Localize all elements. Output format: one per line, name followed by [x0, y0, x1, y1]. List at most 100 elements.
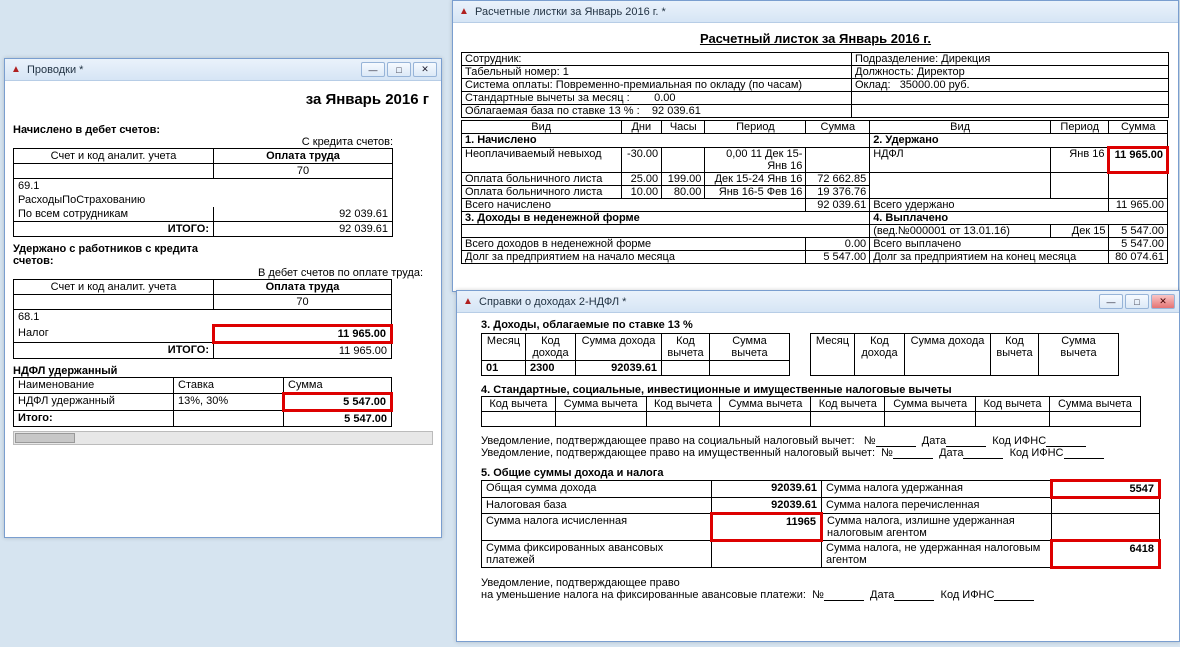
- scrollbar-thumb[interactable]: [15, 433, 75, 443]
- r-tot-vy: Всего выплачено: [870, 238, 1109, 251]
- window-payslip: ▲ Расчетные листки за Январь 2016 г. * Р…: [452, 0, 1179, 292]
- h-dedsum2: Сумма вычета: [1039, 334, 1119, 376]
- base13-val: 92 039.61: [652, 105, 701, 117]
- h-mon: Месяц: [482, 334, 526, 361]
- emp-label: Сотрудник:: [465, 53, 522, 65]
- col-pay-code: 70: [214, 164, 393, 179]
- col-pay2-code: 70: [214, 295, 392, 310]
- section3: 3. Доходы, облагаемые по ставке 13 %: [481, 319, 1171, 331]
- ndfl-total-label: Итого:: [14, 411, 174, 427]
- h-dedcode2: Код вычета: [991, 334, 1039, 376]
- salary-label: Оклад:: [855, 79, 891, 91]
- r-taxover: Сумма налога, излишне удержанная налогов…: [822, 514, 1052, 541]
- r-dolg-end: Долг за предприятием на конец месяца: [870, 251, 1109, 264]
- itogo-label: ИТОГО:: [14, 222, 214, 237]
- content: за Январь 2016 г Начислено в дебет счето…: [5, 81, 441, 537]
- r-taxnot-v: 6418: [1052, 541, 1160, 568]
- sub-credit: С кредита счетов:: [13, 136, 433, 148]
- section4: 4. Стандартные, социальные, инвестиционн…: [481, 384, 1171, 396]
- r-taxcalc: Сумма налога исчисленная: [482, 514, 712, 541]
- h-name: Наименование: [14, 378, 174, 394]
- titlebar[interactable]: ▲ Проводки * — □ ✕: [5, 59, 441, 81]
- r-ved-sum: 5 547.00: [1109, 225, 1168, 238]
- dept-val: Дирекция: [941, 53, 990, 65]
- paysys-label: Система оплаты:: [465, 79, 553, 91]
- h-dedsum: Сумма вычета: [710, 334, 790, 361]
- r-dolg-start-sum: 5 547.00: [806, 251, 870, 264]
- base13-label: Облагаемая база по ставке 13 % :: [465, 105, 640, 117]
- titlebar[interactable]: ▲ Расчетные листки за Январь 2016 г. *: [453, 1, 1178, 23]
- l-ifns: Код ИФНС: [992, 435, 1046, 447]
- ndfl-name: НДФЛ удержанный: [14, 394, 174, 411]
- l-date2: Дата: [939, 447, 963, 459]
- content: 3. Доходы, облагаемые по ставке 13 % Мес…: [457, 313, 1179, 641]
- h-incsum2: Сумма дохода: [905, 334, 991, 376]
- r-taxhold-v: 5547: [1052, 481, 1160, 498]
- r-incsum: 92039.61: [576, 361, 662, 376]
- r-nev-hours: [662, 148, 705, 173]
- window-2ndfl: ▲ Справки о доходах 2-НДФЛ * — □ ✕ 3. До…: [456, 290, 1180, 642]
- r-totinc-v: 92039.61: [712, 481, 822, 498]
- r-inccode: 2300: [526, 361, 576, 376]
- close-button[interactable]: ✕: [1151, 294, 1175, 309]
- r-b1-sum: 72 662.85: [806, 173, 870, 186]
- r-b1-period: Дек 15-24 Янв 16: [705, 173, 806, 186]
- field-date3: [894, 589, 934, 601]
- debit-table: Счет и код аналит. учета Оплата труда 70…: [13, 148, 393, 237]
- col-pay2: Оплата труда: [214, 280, 392, 295]
- field-no1: [876, 435, 916, 447]
- h-period-l: Период: [705, 121, 806, 134]
- maximize-button[interactable]: □: [387, 62, 411, 77]
- r-ndfl: НДФЛ: [870, 148, 1051, 173]
- h-dc1: Код вычета: [482, 397, 556, 412]
- r-totinc: Общая сумма дохода: [482, 481, 712, 498]
- field-ifns3: [994, 589, 1034, 601]
- r-taxhold: Сумма налога удержанная: [822, 481, 1052, 498]
- minimize-button[interactable]: —: [361, 62, 385, 77]
- app-icon: ▲: [9, 63, 23, 77]
- r-taxnot: Сумма налога, не удержанная налоговым аг…: [822, 541, 1052, 568]
- r-taxcalc-v: 11965: [712, 514, 822, 541]
- s2: 2. Удержано: [870, 134, 1168, 148]
- content: Расчетный листок за Январь 2016 г. Сотру…: [453, 23, 1178, 291]
- maximize-button[interactable]: □: [1125, 294, 1149, 309]
- l-date: Дата: [922, 435, 946, 447]
- r-ndfl-sum: 11 965.00: [1109, 148, 1168, 173]
- window-controls: — □ ✕: [361, 62, 437, 77]
- r-tot-dn: Всего доходов в неденежной форме: [462, 238, 806, 251]
- window-title: Справки о доходах 2-НДФЛ *: [479, 296, 1095, 308]
- sub-debit: В дебет счетов по оплате труда:: [13, 267, 433, 279]
- totals-table: Общая сумма дохода 92039.61 Сумма налога…: [481, 479, 1161, 569]
- horizontal-scrollbar[interactable]: [13, 431, 433, 445]
- h-period-r: Период: [1050, 121, 1108, 134]
- notice3b: на уменьшение налога на фиксированные ав…: [481, 589, 806, 601]
- r-b2-period: Янв 16-5 Фев 16: [705, 186, 806, 199]
- h-days: Дни: [621, 121, 662, 134]
- s3: 3. Доходы в неденежной форме: [462, 212, 870, 225]
- section5: 5. Общие суммы дохода и налога: [481, 467, 1171, 479]
- withheld-table: Счет и код аналит. учета Оплата труда 70…: [13, 279, 393, 359]
- field-no3: [824, 589, 864, 601]
- notice3a: Уведомление, подтверждающее право: [481, 577, 1171, 589]
- section-withheld: Удержано с работников с кредита счетов:: [13, 237, 213, 267]
- header-info: Сотрудник: Подразделение: Дирекция Табел…: [461, 52, 1169, 118]
- h-mon2: Месяц: [811, 334, 855, 376]
- itogo2-val: 11 965.00: [214, 343, 392, 359]
- stdded-val: 0.00: [654, 92, 675, 104]
- r-tot-nach-sum: 92 039.61: [806, 199, 870, 212]
- acct-69-1: 69.1: [14, 179, 393, 194]
- l-ifns2: Код ИФНС: [1010, 447, 1064, 459]
- minimize-button[interactable]: —: [1099, 294, 1123, 309]
- r-dolg-end-sum: 80 074.61: [1109, 251, 1168, 264]
- h-sum-r: Сумма: [1109, 121, 1168, 134]
- app-icon: ▲: [457, 5, 471, 19]
- h-dc4: Код вычета: [976, 397, 1050, 412]
- section-debit: Начислено в дебет счетов:: [13, 118, 433, 136]
- r-ved: (вед.№000001 от 13.01.16): [870, 225, 1051, 238]
- r-b2-sum: 19 376.76: [806, 186, 870, 199]
- window-title: Расчетные листки за Январь 2016 г. *: [475, 6, 1174, 18]
- close-button[interactable]: ✕: [413, 62, 437, 77]
- titlebar[interactable]: ▲ Справки о доходах 2-НДФЛ * — □ ✕: [457, 291, 1179, 313]
- r-nev: Неоплачиваемый невыход: [462, 148, 622, 173]
- field-date1: [946, 435, 986, 447]
